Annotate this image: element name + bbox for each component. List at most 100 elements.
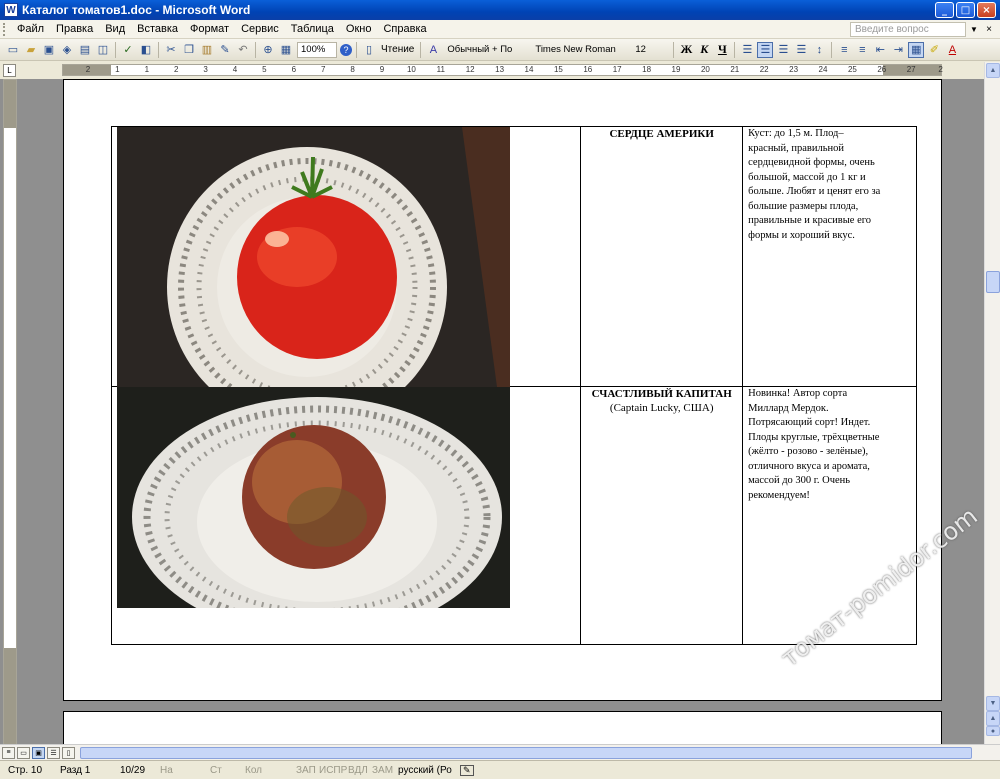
line-spacing-icon[interactable]: ↕ xyxy=(811,42,827,58)
ruler-number: 6 xyxy=(291,65,297,74)
menu-edit[interactable]: Правка xyxy=(50,23,99,35)
menu-insert[interactable]: Вставка xyxy=(131,23,184,35)
document-page[interactable]: СЕРДЦЕ АМЕРИКИ Куст: до 1,5 м. Плод– кра… xyxy=(63,79,942,701)
new-document-icon[interactable]: ▭ xyxy=(5,42,21,58)
description-line: больше. Любят и ценят его за xyxy=(748,186,881,197)
cut-icon[interactable]: ✂ xyxy=(163,42,179,58)
bold-button[interactable]: Ж xyxy=(678,42,694,58)
copy-icon[interactable]: ❐ xyxy=(181,42,197,58)
italic-button[interactable]: К xyxy=(696,42,712,58)
close-button[interactable]: × xyxy=(977,2,996,18)
print-preview-icon[interactable]: ◫ xyxy=(95,42,111,58)
menu-grip-handle[interactable] xyxy=(3,22,6,36)
vertical-scroll-thumb[interactable] xyxy=(986,271,1000,293)
tomato-catalog-table: СЕРДЦЕ АМЕРИКИ Куст: до 1,5 м. Плод– кра… xyxy=(110,126,917,645)
horizontal-scrollbar[interactable] xyxy=(70,747,982,759)
menu-window[interactable]: Окно xyxy=(340,23,378,35)
menu-tools[interactable]: Сервис xyxy=(235,23,285,35)
scroll-down-arrow-icon[interactable]: ▼ xyxy=(986,696,1000,711)
ruler-number: 2 xyxy=(173,65,179,74)
tomato-photo-serdtse-ameriki xyxy=(117,127,510,387)
numbering-icon[interactable]: ≡ xyxy=(836,42,852,58)
font-size-select[interactable]: 12 xyxy=(632,42,668,58)
variety-description-cell[interactable]: Куст: до 1,5 м. Плод– красный, правильно… xyxy=(742,126,917,387)
align-right-icon[interactable]: ☰ xyxy=(775,42,791,58)
minimize-button[interactable]: _ xyxy=(935,2,954,18)
description-line: Плоды круглые, трёхцветные xyxy=(748,431,880,443)
title-bar: W Каталог томатов1.doc - Microsoft Word … xyxy=(0,0,1000,20)
borders-icon[interactable]: ▦ xyxy=(908,41,925,58)
bullets-icon[interactable]: ≡ xyxy=(854,42,870,58)
style-select[interactable]: Обычный + По xyxy=(444,42,528,58)
vertical-scrollbar[interactable]: ▲ ▼ ▲ ● xyxy=(984,62,1000,744)
menu-file[interactable]: Файл xyxy=(11,23,50,35)
align-center-icon[interactable]: ☰ xyxy=(757,41,774,58)
photo-cell[interactable] xyxy=(110,126,582,387)
font-color-icon[interactable]: A xyxy=(944,42,960,58)
outline-view-icon[interactable]: ☰ xyxy=(47,746,60,759)
help-question-input[interactable]: Введите вопрос xyxy=(850,21,966,37)
previous-page-icon[interactable]: ▲ xyxy=(986,711,1000,726)
menu-format[interactable]: Формат xyxy=(184,23,235,35)
research-icon[interactable]: ◧ xyxy=(138,42,154,58)
print-layout-icon[interactable]: ▣ xyxy=(32,746,45,759)
underline-button[interactable]: Ч xyxy=(714,42,730,58)
menu-help[interactable]: Справка xyxy=(377,23,432,35)
reading-button[interactable]: Чтение xyxy=(378,44,417,55)
description-line: массой до 300 г. Очень xyxy=(748,475,851,486)
decrease-indent-icon[interactable]: ⇤ xyxy=(872,42,888,58)
tables-borders-icon[interactable]: ▦ xyxy=(278,42,294,58)
ruler-number: 23 xyxy=(789,65,799,74)
zoom-select[interactable]: 100% xyxy=(297,41,337,58)
horizontal-ruler[interactable]: 2 1 1 2 3 4 5 6 7 8 9 10 11 12 13 14 15 16 17 18 19 20 21 22 23 2… xyxy=(62,64,943,76)
help-dropdown-arrow-icon[interactable]: ▼ xyxy=(966,25,982,34)
variety-description-cell[interactable]: Новинка! Автор сорта Миллард Мердок. Пот… xyxy=(742,386,917,645)
next-document-page[interactable] xyxy=(63,711,942,744)
status-extend[interactable]: ВДЛ xyxy=(348,765,368,776)
undo-icon[interactable]: ↶ xyxy=(235,42,251,58)
status-track-changes[interactable]: ИСПР xyxy=(319,765,347,776)
document-close-icon[interactable]: × xyxy=(982,24,996,35)
photo-cell[interactable] xyxy=(110,386,582,645)
spelling-status-icon[interactable]: ✎ xyxy=(460,765,474,776)
permission-icon[interactable]: ◈ xyxy=(59,42,75,58)
status-language[interactable]: русский (Ро xyxy=(398,765,452,776)
web-layout-icon[interactable]: ▭ xyxy=(17,746,30,759)
spelling-icon[interactable]: ✓ xyxy=(120,42,136,58)
hyperlink-icon[interactable]: ⊕ xyxy=(260,42,276,58)
align-left-icon[interactable]: ☰ xyxy=(739,42,755,58)
menu-table[interactable]: Таблица xyxy=(285,23,340,35)
status-line: Ст xyxy=(210,765,222,776)
font-select[interactable]: Times New Roman xyxy=(532,42,628,58)
justify-icon[interactable]: ☰ xyxy=(793,42,809,58)
paste-icon[interactable]: ▥ xyxy=(199,42,215,58)
format-painter-icon[interactable]: ✎ xyxy=(217,42,233,58)
save-icon[interactable]: ▣ xyxy=(41,42,57,58)
print-icon[interactable]: ▤ xyxy=(77,42,93,58)
status-page-count: 10/29 xyxy=(120,765,146,776)
horizontal-scroll-thumb[interactable] xyxy=(80,747,972,759)
vertical-ruler[interactable] xyxy=(3,79,17,744)
highlight-icon[interactable]: ✐ xyxy=(926,42,942,58)
tab-selector[interactable]: L xyxy=(3,64,16,77)
word-app-icon[interactable]: W xyxy=(4,3,18,17)
variety-name-cell[interactable]: СЧАСТЛИВЫЙ КАПИТАН (Captain Lucky, США) xyxy=(580,386,744,645)
styles-formatting-icon[interactable]: A xyxy=(425,42,441,58)
ruler-number: 1 xyxy=(115,65,120,74)
ruler-number: 22 xyxy=(759,65,769,74)
reading-layout-icon[interactable]: ▯ xyxy=(361,42,377,58)
variety-name-cell[interactable]: СЕРДЦЕ АМЕРИКИ xyxy=(580,126,744,387)
open-folder-icon[interactable]: ▰ xyxy=(23,42,39,58)
increase-indent-icon[interactable]: ⇥ xyxy=(890,42,906,58)
scroll-up-arrow-icon[interactable]: ▲ xyxy=(986,63,1000,78)
browse-object-icon[interactable]: ● xyxy=(986,726,1000,736)
ruler-number: 19 xyxy=(671,65,681,74)
status-page: Стр. 10 xyxy=(8,765,43,776)
status-record[interactable]: ЗАП xyxy=(296,765,316,776)
maximize-button[interactable]: □ xyxy=(956,2,975,18)
normal-view-icon[interactable]: ≡ xyxy=(2,746,15,759)
status-overtype[interactable]: ЗАМ xyxy=(372,765,393,776)
menu-view[interactable]: Вид xyxy=(99,23,131,35)
help-icon[interactable]: ? xyxy=(340,43,352,56)
description-line: рекомендуем! xyxy=(748,489,810,501)
